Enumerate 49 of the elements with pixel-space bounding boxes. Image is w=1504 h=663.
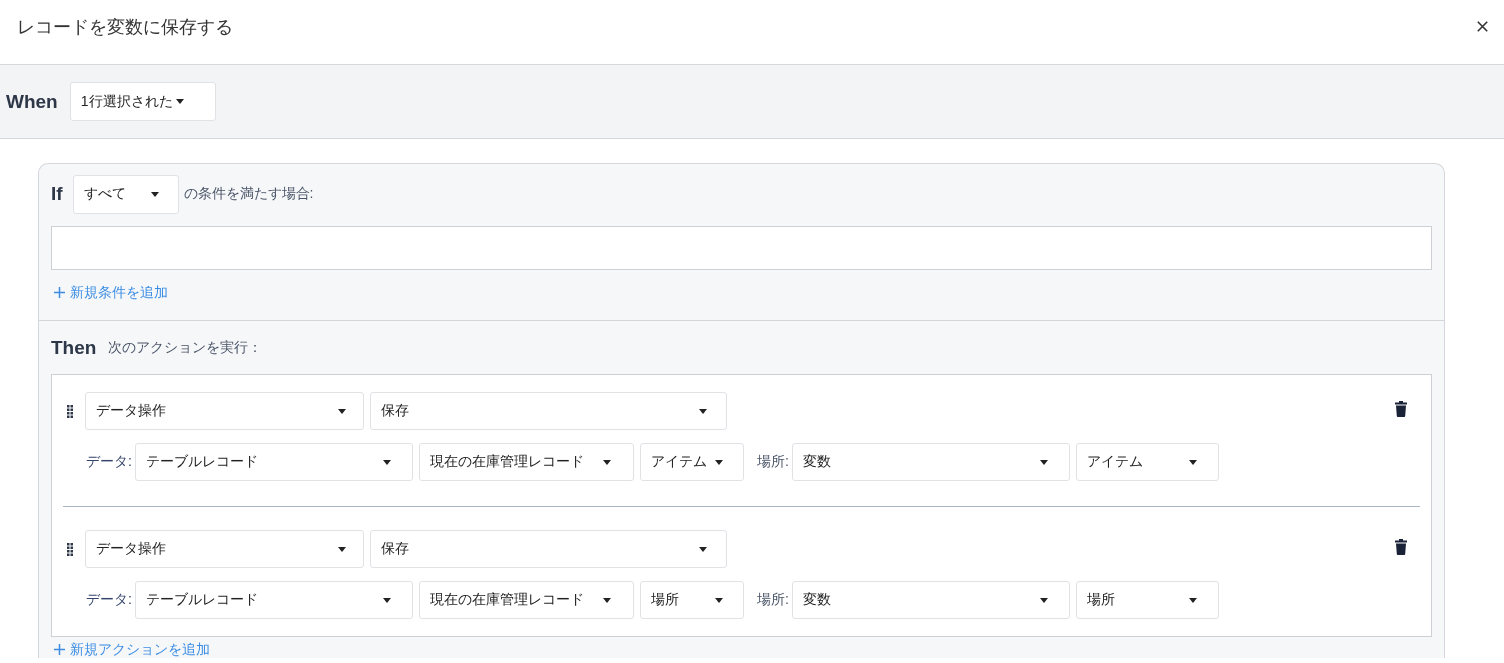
category-dropdown[interactable]: データ操作 <box>85 530 364 568</box>
place-label: 場所: <box>756 591 789 609</box>
caret-icon <box>602 597 611 603</box>
table-dropdown[interactable]: 現在の在庫管理レコード <box>418 443 634 481</box>
operation-dropdown[interactable]: 保存 <box>370 392 727 430</box>
trash-icon[interactable] <box>1395 539 1407 555</box>
caret-icon <box>382 597 391 603</box>
target-dropdown[interactable]: 変数 <box>791 443 1070 481</box>
caret-icon <box>714 597 723 603</box>
drag-handle-icon[interactable] <box>67 404 73 418</box>
data-label: データ: <box>86 453 132 471</box>
caret-icon <box>699 408 707 414</box>
caret-icon <box>382 459 391 465</box>
data-label: データ: <box>86 591 132 609</box>
caret-icon <box>1188 597 1197 603</box>
caret-icon <box>338 546 346 552</box>
when-label: When <box>6 89 58 114</box>
target-dropdown[interactable]: 変数 <box>791 581 1070 619</box>
variable-dropdown[interactable]: アイテム <box>1075 443 1219 481</box>
caret-icon <box>714 459 723 465</box>
drag-handle-icon[interactable] <box>67 542 73 556</box>
source-dropdown[interactable]: テーブルレコード <box>134 581 413 619</box>
caret-icon <box>338 408 346 414</box>
category-dropdown[interactable]: データ操作 <box>85 392 364 430</box>
trash-icon[interactable] <box>1395 401 1407 417</box>
trigger-dropdown[interactable]: 1行選択された <box>69 82 216 121</box>
place-label: 場所: <box>756 453 789 471</box>
caret-icon <box>150 191 159 197</box>
condition-text: の条件を満たす場合: <box>183 185 314 203</box>
operation-dropdown[interactable]: 保存 <box>370 530 727 568</box>
caret-icon <box>175 99 184 104</box>
source-dropdown[interactable]: テーブルレコード <box>134 443 413 481</box>
field-dropdown[interactable]: 場所 <box>639 581 744 619</box>
field-dropdown[interactable]: アイテム <box>639 443 744 481</box>
caret-icon <box>1188 459 1197 465</box>
plus-icon <box>54 644 65 655</box>
dialog-title: レコードを変数に保存する <box>17 16 233 39</box>
table-dropdown[interactable]: 現在の在庫管理レコード <box>418 581 634 619</box>
then-caption: 次のアクションを実行： <box>108 339 263 357</box>
close-icon[interactable] <box>1477 21 1488 32</box>
caret-icon <box>602 459 611 465</box>
caret-icon <box>699 546 707 552</box>
then-label: Then <box>51 336 97 360</box>
variable-dropdown[interactable]: 場所 <box>1075 581 1219 619</box>
match-dropdown[interactable]: すべて <box>72 174 179 214</box>
caret-icon <box>1039 597 1048 603</box>
if-label: If <box>51 182 63 206</box>
caret-icon <box>1039 459 1048 465</box>
plus-icon <box>54 287 65 298</box>
